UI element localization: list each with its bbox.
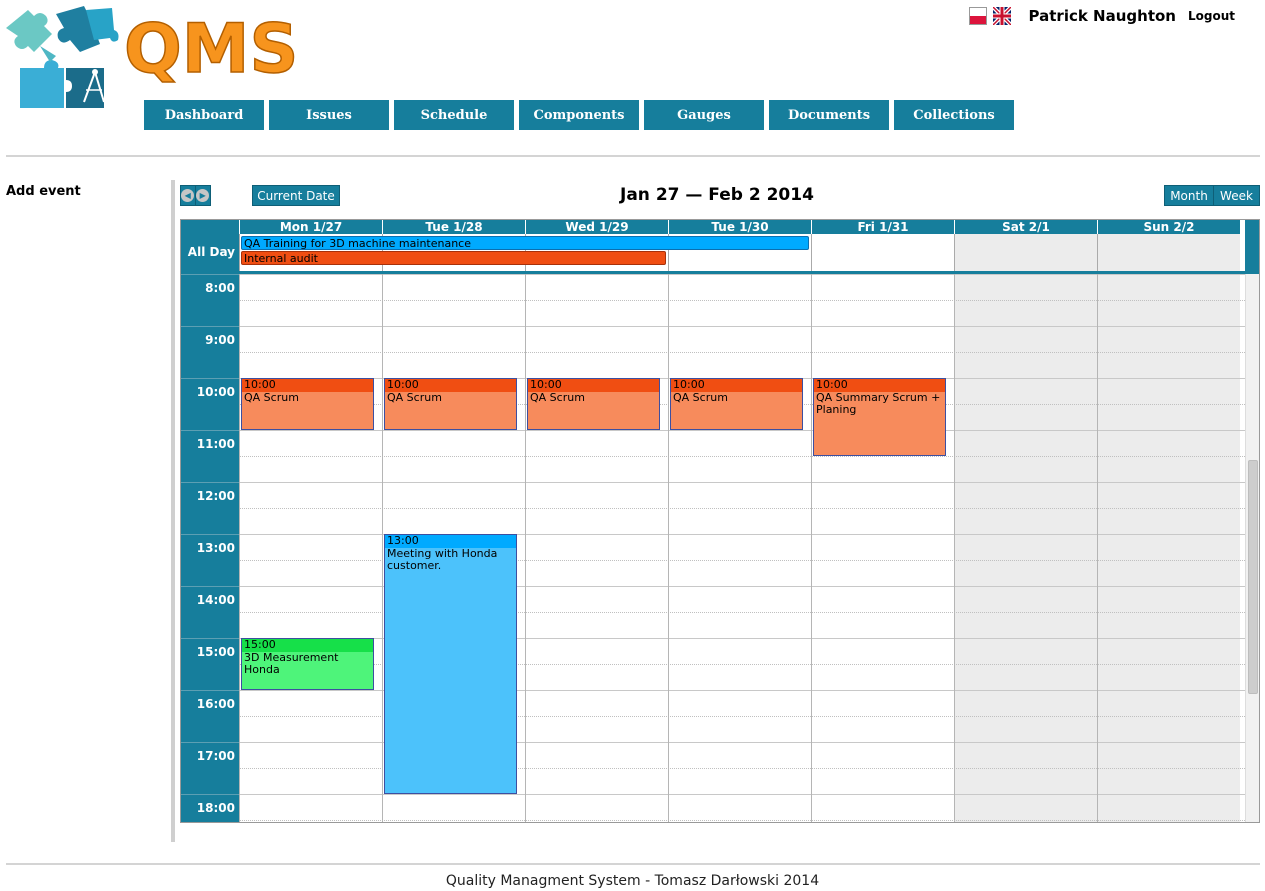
next-arrow-icon: ▶ xyxy=(196,189,210,202)
day-header: Tue 1/30 xyxy=(668,220,811,234)
event-title: QA Scrum xyxy=(387,391,442,404)
weekend-column[interactable] xyxy=(954,274,1097,822)
hour-label: 11:00 xyxy=(181,430,239,482)
half-hour-line xyxy=(239,456,1245,457)
day-header: Sun 2/2 xyxy=(1097,220,1240,234)
nav-issues[interactable]: Issues xyxy=(269,100,389,130)
weekend-column[interactable] xyxy=(1097,274,1240,822)
hour-line xyxy=(239,794,1245,795)
hour-label: 8:00 xyxy=(181,274,239,326)
day-column-line xyxy=(382,274,383,822)
header-scroll-spacer xyxy=(1245,234,1259,271)
hour-label: 18:00 xyxy=(181,794,239,822)
allday-cell[interactable] xyxy=(1097,234,1240,271)
day-header: Wed 1/29 xyxy=(525,220,668,234)
user-name: Patrick Naughton xyxy=(1028,7,1176,25)
hour-label: 16:00 xyxy=(181,690,239,742)
calendar-event[interactable]: 13:00 Meeting with Honda customer. xyxy=(384,534,517,794)
day-header: Sat 2/1 xyxy=(954,220,1097,234)
week-calendar: All Day Mon 1/27 Tue 1/28 Wed 1/29 Tue 1/30… xyxy=(180,219,1260,823)
allday-cell[interactable] xyxy=(811,234,954,271)
month-view-button[interactable]: Month xyxy=(1164,185,1214,206)
footer-divider xyxy=(6,863,1260,865)
allday-cell[interactable] xyxy=(954,234,1097,271)
day-header: Tue 1/28 xyxy=(382,220,525,234)
calendar-event[interactable]: 15:00 3D Measurement Honda xyxy=(241,638,374,690)
nav-components[interactable]: Components xyxy=(519,100,639,130)
hour-line xyxy=(239,274,1245,275)
hour-label: 13:00 xyxy=(181,534,239,586)
hour-label: 9:00 xyxy=(181,326,239,378)
calendar-event[interactable]: 10:00 QA Scrum xyxy=(384,378,517,430)
hour-line xyxy=(239,430,1245,431)
event-title: QA Summary Scrum + Planing xyxy=(816,391,941,416)
puzzle-icon xyxy=(6,6,119,108)
calendar-event[interactable]: 10:00 QA Scrum xyxy=(241,378,374,430)
prev-button[interactable]: ◀ xyxy=(181,186,196,205)
half-hour-line xyxy=(239,508,1245,509)
hour-line xyxy=(239,326,1245,327)
qms-logo[interactable]: QMS xyxy=(0,0,300,112)
sidebar-divider xyxy=(171,180,175,842)
day-column-line xyxy=(525,274,526,822)
day-column-line xyxy=(668,274,669,822)
scrollbar-thumb[interactable] xyxy=(1248,460,1258,694)
half-hour-line xyxy=(239,820,1245,821)
half-hour-line xyxy=(239,300,1245,301)
calendar-scrollbar[interactable] xyxy=(1245,274,1259,822)
next-button[interactable]: ▶ xyxy=(196,186,210,205)
calendar-event[interactable]: 10:00 QA Scrum xyxy=(670,378,803,430)
logout-link[interactable]: Logout xyxy=(1188,9,1235,23)
allday-label: All Day xyxy=(181,234,239,274)
main-nav: Dashboard Issues Schedule Components Gau… xyxy=(144,100,1014,130)
hour-label: 12:00 xyxy=(181,482,239,534)
logo-text: QMS xyxy=(124,10,298,89)
current-date-button[interactable]: Current Date xyxy=(252,185,340,206)
event-title: QA Scrum xyxy=(244,391,299,404)
english-flag-icon[interactable] xyxy=(992,7,1011,25)
day-column-line xyxy=(954,274,955,822)
event-title: Meeting with Honda customer. xyxy=(387,547,498,572)
calendar-event[interactable]: 10:00 QA Summary Scrum + Planing xyxy=(813,378,946,456)
header-divider xyxy=(6,155,1260,157)
week-view-button[interactable]: Week xyxy=(1213,185,1260,206)
nav-gauges[interactable]: Gauges xyxy=(644,100,764,130)
event-title: QA Scrum xyxy=(673,391,728,404)
day-column-line xyxy=(239,274,240,822)
date-range-title: Jan 27 — Feb 2 2014 xyxy=(620,185,814,205)
polish-flag-icon[interactable] xyxy=(968,7,987,25)
hour-label: 14:00 xyxy=(181,586,239,638)
header-scroll-corner xyxy=(1245,220,1259,234)
day-header: Mon 1/27 xyxy=(239,220,382,234)
event-title: 3D Measurement Honda xyxy=(244,651,339,676)
user-bar: Patrick Naughton Logout xyxy=(968,4,1235,28)
hour-label: 17:00 xyxy=(181,742,239,794)
nav-collections[interactable]: Collections xyxy=(894,100,1014,130)
nav-dashboard[interactable]: Dashboard xyxy=(144,100,264,130)
prev-next-group: ◀ ▶ xyxy=(180,185,211,206)
corner-header xyxy=(181,220,239,234)
add-event-link[interactable]: Add event xyxy=(6,184,81,199)
nav-documents[interactable]: Documents xyxy=(769,100,889,130)
hour-label: 15:00 xyxy=(181,638,239,690)
hour-line xyxy=(239,482,1245,483)
day-column-line xyxy=(1097,274,1098,822)
day-column-line xyxy=(811,274,812,822)
allday-event[interactable]: Internal audit xyxy=(241,251,666,265)
allday-event[interactable]: QA Training for 3D machine maintenance xyxy=(241,236,809,250)
half-hour-line xyxy=(239,352,1245,353)
nav-schedule[interactable]: Schedule xyxy=(394,100,514,130)
event-title: QA Scrum xyxy=(530,391,585,404)
day-header: Fri 1/31 xyxy=(811,220,954,234)
hour-label: 10:00 xyxy=(181,378,239,430)
prev-arrow-icon: ◀ xyxy=(181,189,195,202)
calendar-event[interactable]: 10:00 QA Scrum xyxy=(527,378,660,430)
footer-text: Quality Managment System - Tomasz Darłow… xyxy=(445,873,820,889)
